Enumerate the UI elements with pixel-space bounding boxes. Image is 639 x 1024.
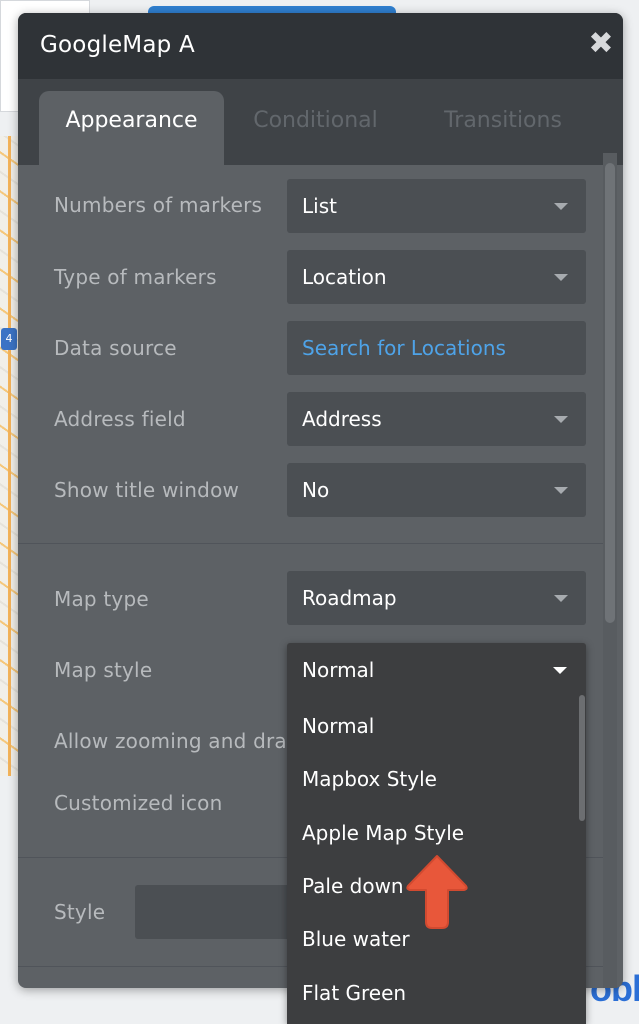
map-type-label: Map type <box>54 587 149 611</box>
markers-type-label: Type of markers <box>54 265 217 289</box>
map-style-option-flat-green[interactable]: Flat Green <box>287 967 575 1020</box>
tab-transitions[interactable]: Transitions <box>428 91 578 165</box>
dropdown-scrollbar[interactable] <box>579 695 585 821</box>
title-window-value: No <box>302 478 330 502</box>
markers-count-label: Numbers of markers <box>54 193 263 217</box>
map-route-badge: 4 <box>1 328 17 350</box>
tab-bar: Appearance Conditional Transitions <box>18 79 623 165</box>
address-field-dropdown[interactable]: Address <box>287 392 586 446</box>
title-window-dropdown[interactable]: No <box>287 463 586 517</box>
map-type-dropdown[interactable]: Roadmap <box>287 571 586 625</box>
map-style-dropdown[interactable]: Normal Normal Mapbox Style Apple Map Sty… <box>287 643 586 1024</box>
panel-scrollbar[interactable] <box>605 163 615 623</box>
annotation-arrow-icon <box>406 855 468 929</box>
option-label: Flat Green <box>302 981 407 1005</box>
title-window-label: Show title window <box>54 478 240 502</box>
tab-appearance[interactable]: Appearance <box>39 91 224 165</box>
data-source-label: Data source <box>54 336 177 360</box>
option-label: Normal <box>302 714 375 738</box>
custom-icon-label: Customized icon <box>54 791 223 815</box>
option-label: Mapbox Style <box>302 767 437 791</box>
markers-type-value: Location <box>302 265 387 289</box>
dialog-header: GoogleMap A ✖ <box>18 13 623 79</box>
data-source-field[interactable]: Search for Locations <box>287 321 586 375</box>
chevron-down-icon <box>554 416 568 423</box>
chevron-down-icon <box>554 487 568 494</box>
map-style-value: Normal <box>302 658 375 682</box>
chevron-down-icon <box>554 274 568 281</box>
address-field-value: Address <box>302 407 382 431</box>
map-type-value: Roadmap <box>302 586 397 610</box>
map-style-label: Map style <box>54 658 153 682</box>
address-field-label: Address field <box>54 407 186 431</box>
section-divider <box>18 543 603 544</box>
style-label: Style <box>54 900 106 924</box>
option-label: Pale down <box>302 874 404 898</box>
map-style-option-normal[interactable]: Normal <box>287 700 575 753</box>
chevron-down-icon <box>554 595 568 602</box>
markers-count-dropdown[interactable]: List <box>287 179 586 233</box>
zooming-label: Allow zooming and drag <box>54 729 300 753</box>
option-label: Blue water <box>302 927 410 951</box>
markers-type-dropdown[interactable]: Location <box>287 250 586 304</box>
data-source-value: Search for Locations <box>302 336 506 360</box>
close-icon[interactable]: ✖ <box>584 27 618 61</box>
dialog-title: GoogleMap A <box>40 32 195 58</box>
option-label: Apple Map Style <box>302 821 465 845</box>
map-style-option-mapbox[interactable]: Mapbox Style <box>287 753 575 806</box>
map-preview: 4 <box>0 136 20 776</box>
tab-conditional[interactable]: Conditional <box>238 91 393 165</box>
markers-count-value: List <box>302 194 337 218</box>
chevron-down-icon <box>553 667 567 674</box>
chevron-down-icon <box>554 203 568 210</box>
map-style-selected[interactable]: Normal <box>287 643 586 697</box>
